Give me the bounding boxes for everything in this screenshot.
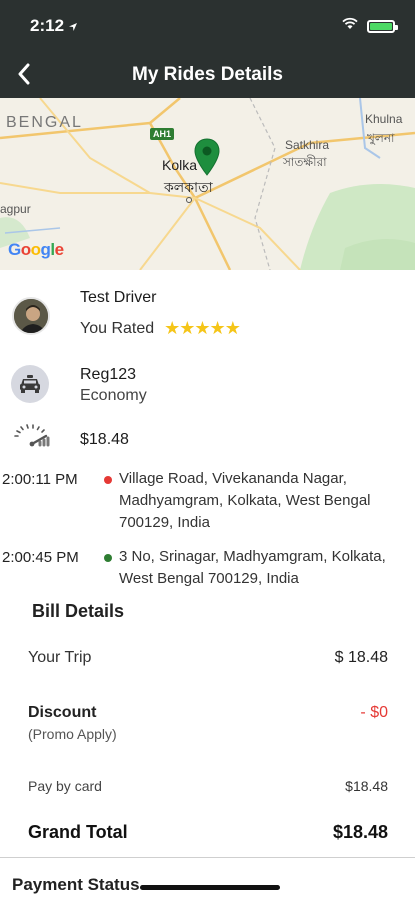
grand-total-label: Grand Total [28, 822, 128, 842]
map-city-marker [186, 197, 192, 203]
home-indicator[interactable] [140, 885, 280, 890]
dropoff-dot-icon [104, 554, 112, 562]
discount-label: Discount [28, 704, 97, 721]
status-icons [341, 17, 398, 35]
route-map[interactable]: BENGAL AH1 Kolka কলকাতা Satkhira সাতক্ষী… [0, 98, 415, 270]
dropoff-stop: 2:00:45 PM 3 No, Srinagar, Madhyamgram, … [0, 548, 414, 590]
navigation-bar: My Rides Details [0, 50, 415, 98]
wifi-icon [341, 17, 359, 35]
map-label-khulna: Khulna [365, 112, 403, 126]
status-time: 2:12 [30, 16, 65, 35]
discount-promo-note: (Promo Apply) [28, 726, 117, 742]
page-title: My Rides Details [132, 64, 283, 85]
section-divider [0, 857, 415, 858]
bill-row-grand-total: Grand Total $18.48 [28, 822, 388, 843]
taxi-icon [11, 365, 49, 403]
driver-avatar [12, 297, 50, 335]
bill-details-title: Bill Details [32, 601, 125, 621]
bill-row-payment-method: Pay by card $18.48 [28, 778, 388, 794]
dropoff-time: 2:00:45 PM [2, 549, 79, 566]
location-arrow-icon [68, 19, 78, 37]
map-label-place: agpur [0, 202, 31, 216]
pickup-dot-icon [104, 476, 112, 484]
discount-value: - $0 [360, 704, 388, 721]
pay-by-card-value: $18.48 [345, 778, 388, 794]
pickup-stop: 2:00:11 PM Village Road, Vivekananda Nag… [0, 470, 414, 534]
rated-label: You Rated [80, 319, 155, 337]
trip-fare: $18.48 [80, 431, 129, 448]
vehicle-type: Economy [80, 387, 147, 404]
map-label-satkhira: Satkhira [285, 138, 330, 152]
pickup-address: Village Road, Vivekananda Nagar, Madhyam… [119, 470, 371, 531]
pickup-time: 2:00:11 PM [2, 471, 78, 488]
star-rating: ★★★★★ [164, 318, 241, 338]
map-highway-badge: AH1 [150, 128, 175, 140]
battery-charging-icon [367, 19, 398, 33]
your-trip-value: $ 18.48 [334, 649, 388, 666]
dropoff-address: 3 No, Srinagar, Madhyamgram, Kolkata, We… [119, 548, 386, 587]
payment-status-title: Payment Status [12, 875, 140, 894]
bill-row-your-trip: Your Trip $ 18.48 [28, 649, 388, 667]
map-label-region: BENGAL [6, 114, 83, 131]
driver-rating: You Rated ★★★★★ [80, 318, 241, 339]
pay-by-card-label: Pay by card [28, 778, 102, 794]
google-logo: Google [8, 240, 64, 259]
map-label-city: Kolka [162, 157, 198, 173]
map-label-khulna-bengali: খুলনা [367, 131, 395, 145]
status-bar: 2:12 [0, 0, 415, 50]
speedometer-icon [12, 424, 52, 453]
bill-row-discount: Discount (Promo Apply) - $0 [28, 704, 388, 742]
your-trip-label: Your Trip [28, 649, 92, 666]
vehicle-registration: Reg123 [80, 366, 137, 383]
grand-total-value: $18.48 [332, 822, 388, 842]
map-label-satkhira-bengali: সাতক্ষীরা [283, 155, 327, 169]
driver-name: Test Driver [80, 289, 157, 306]
